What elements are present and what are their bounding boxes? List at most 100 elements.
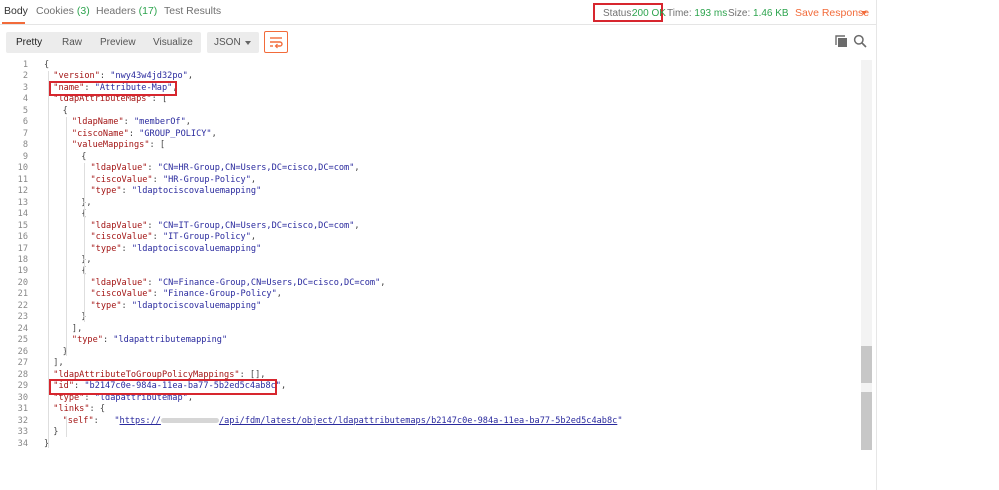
json-string: "IT-Group-Policy"	[162, 232, 251, 243]
line-number: 33	[17, 427, 28, 438]
search-icon[interactable]	[853, 34, 867, 48]
json-punctuation: :	[128, 128, 140, 139]
code-line: }	[53, 427, 58, 437]
code-line: "valueMappings": [	[72, 140, 165, 150]
json-punctuation: ,	[280, 381, 287, 392]
view-mode-group: Pretty Raw Preview Visualize	[6, 32, 201, 53]
chevron-down-icon	[245, 41, 251, 45]
line-number: 15	[17, 220, 28, 231]
code-line: "ciscoName": "GROUP_POLICY",	[72, 129, 217, 139]
json-key: "ldapValue"	[90, 163, 148, 174]
code-line: },	[81, 198, 91, 208]
tab-test-results[interactable]: Test Results	[164, 5, 221, 17]
line-number: 20	[17, 277, 28, 288]
line-number: 21	[17, 289, 28, 300]
line-number: 2	[22, 71, 28, 82]
json-punctuation: ,	[250, 174, 257, 185]
json-key: "type"	[90, 300, 122, 311]
scrollbar-thumb-lower[interactable]	[861, 392, 872, 450]
code-line: "ldapName": "memberOf",	[72, 117, 191, 127]
highlight-box	[49, 379, 278, 395]
line-number: 27	[17, 358, 28, 369]
code-line: ],	[53, 358, 63, 368]
line-number: 13	[17, 197, 28, 208]
wrap-lines-button[interactable]	[264, 31, 288, 53]
json-string: "CN=Finance-Group,CN=Users,DC=cisco,DC=c…	[157, 277, 381, 288]
time-label: Time:	[667, 8, 692, 19]
json-punctuation: :	[147, 163, 158, 174]
size-value: 1.46 KB	[753, 8, 789, 19]
line-number: 12	[17, 186, 28, 197]
view-raw-button[interactable]: Raw	[62, 37, 82, 48]
json-key: "self"	[62, 415, 94, 426]
code-line: {	[81, 152, 86, 162]
line-number: 8	[22, 140, 28, 151]
code-line: {	[44, 60, 49, 70]
json-punctuation: ,	[187, 71, 194, 82]
json-string: "ldaptociscovaluemapping"	[131, 186, 262, 197]
line-number: 16	[17, 232, 28, 243]
json-string: "memberOf"	[134, 117, 186, 128]
line-number: 24	[17, 323, 28, 334]
json-punctuation: :	[102, 335, 114, 346]
json-punctuation: ,	[250, 232, 257, 243]
line-number: 25	[17, 335, 28, 346]
tab-cookies-label: Cookies	[36, 5, 74, 17]
json-punctuation: :	[121, 300, 132, 311]
json-punctuation: ],	[71, 323, 83, 334]
scrollbar-thumb-upper[interactable]	[861, 346, 872, 383]
json-punctuation: : {	[89, 404, 106, 415]
status-value: 200 OK	[632, 8, 666, 19]
json-punctuation: :	[152, 174, 163, 185]
self-link[interactable]: https://	[120, 416, 161, 426]
line-number: 17	[17, 243, 28, 254]
json-key: "ldapValue"	[90, 277, 148, 288]
json-punctuation: ,	[380, 277, 386, 288]
view-visualize-button[interactable]: Visualize	[153, 37, 193, 48]
json-string: "GROUP_POLICY"	[139, 128, 212, 139]
line-number: 32	[17, 415, 28, 426]
json-key: "links"	[53, 404, 90, 415]
json-punctuation: :	[121, 243, 132, 254]
line-number: 29	[17, 381, 28, 392]
tab-cookies-count: (3)	[76, 5, 90, 17]
json-punctuation: },	[81, 197, 92, 208]
self-link[interactable]: /api/fdm/latest/object/ldapattributemaps…	[219, 416, 617, 426]
line-number: 19	[17, 266, 28, 277]
json-key: "valueMappings"	[71, 140, 150, 151]
tab-body-label: Body	[4, 5, 28, 17]
code-line: "type": "ldapattributemapping"	[72, 335, 227, 345]
code-line: "type": "ldaptociscovaluemapping"	[91, 244, 262, 254]
view-pretty-button[interactable]: Pretty	[16, 37, 42, 48]
indent-guide	[65, 117, 67, 357]
tab-cookies[interactable]: Cookies (3)	[36, 5, 90, 17]
panel-edge	[876, 0, 877, 490]
wrap-lines-icon	[270, 37, 283, 49]
save-response-chevron-down-icon[interactable]	[861, 11, 867, 15]
json-key: "type"	[90, 186, 122, 197]
format-select[interactable]: JSON	[207, 32, 259, 53]
json-punctuation: :	[147, 220, 158, 231]
json-punctuation: {	[62, 105, 68, 116]
json-key: "ldapName"	[71, 117, 124, 128]
tab-headers[interactable]: Headers (17)	[96, 5, 157, 17]
line-number: 26	[17, 346, 28, 357]
line-number: 1	[22, 60, 28, 70]
line-number: 10	[17, 163, 28, 174]
view-preview-button[interactable]: Preview	[100, 37, 136, 48]
json-punctuation: :	[152, 289, 163, 300]
line-number: 28	[17, 369, 28, 380]
line-number: 31	[17, 404, 28, 415]
json-punctuation: : [	[149, 140, 166, 151]
format-select-value: JSON	[214, 37, 241, 48]
code-line: "ldapValue": "CN=HR-Group,CN=Users,DC=ci…	[91, 163, 360, 173]
tab-body[interactable]: Body	[4, 5, 28, 17]
copy-icon[interactable]	[835, 35, 848, 48]
json-punctuation: {	[81, 151, 87, 162]
json-string: "Finance-Group-Policy"	[162, 289, 277, 300]
save-response-button[interactable]: Save Response	[795, 7, 869, 19]
json-punctuation: ],	[53, 358, 64, 369]
highlight-box	[49, 80, 178, 97]
line-number: 6	[22, 117, 28, 128]
json-punctuation: :	[152, 232, 163, 243]
